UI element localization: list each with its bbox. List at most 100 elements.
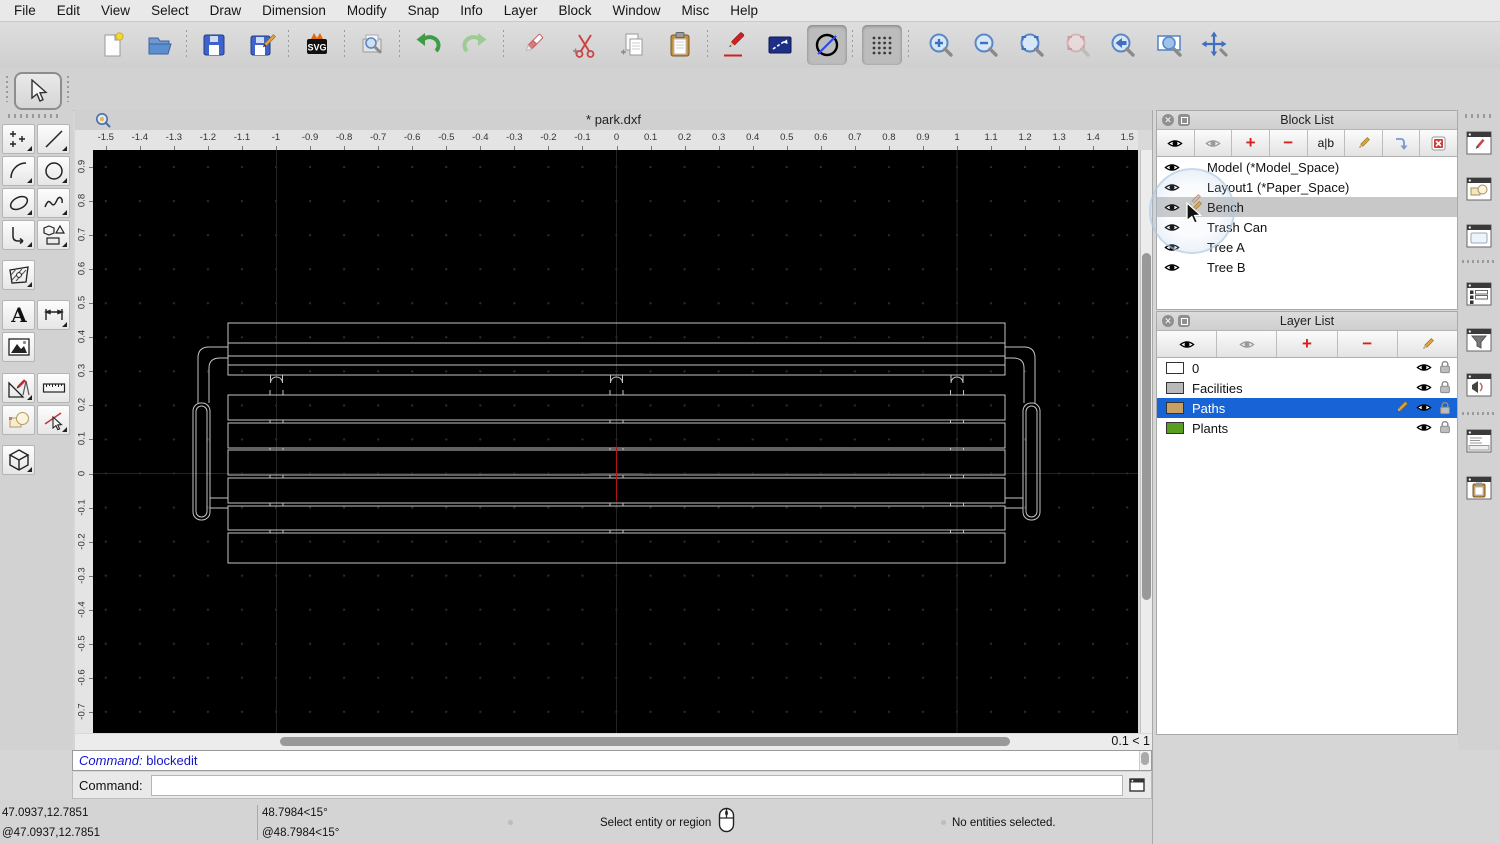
zoom-previous-button[interactable] — [1102, 25, 1142, 65]
remove-layer-button[interactable]: − — [1338, 331, 1398, 357]
horizontal-scrollbar[interactable]: 0.1 < 1 — [75, 734, 1152, 750]
command-window-toggle-button[interactable] — [1127, 776, 1147, 795]
show-all-layers-button[interactable] — [1157, 331, 1218, 357]
spline-tool-button[interactable] — [37, 188, 70, 218]
shape-tool-button[interactable] — [37, 220, 70, 250]
measure-tool-button[interactable] — [37, 373, 70, 403]
arc-tool-button[interactable] — [2, 156, 35, 186]
line-tool-button[interactable] — [37, 124, 70, 154]
hatch-tool-button[interactable] — [2, 260, 35, 290]
menu-info[interactable]: Info — [460, 3, 483, 18]
layer-row-plants[interactable]: Plants — [1157, 418, 1457, 438]
redo-button[interactable] — [455, 25, 495, 65]
image-tool-button[interactable] — [2, 332, 35, 362]
lock-icon[interactable] — [1439, 401, 1451, 415]
add-layer-button[interactable]: + — [1277, 331, 1338, 357]
history-scrollbar[interactable] — [1139, 751, 1151, 770]
layer-row-paths[interactable]: Paths — [1157, 398, 1457, 418]
purge-blocks-button[interactable] — [1420, 130, 1457, 156]
pencil-icon[interactable] — [1394, 400, 1409, 415]
vertical-scrollbar-thumb[interactable] — [1142, 253, 1151, 600]
menu-draw[interactable]: Draw — [210, 3, 242, 18]
open-file-button[interactable] — [140, 25, 180, 65]
block-edit-tool-button[interactable] — [2, 405, 35, 435]
insert-block-button[interactable] — [1383, 130, 1421, 156]
zoom-out-button[interactable] — [965, 25, 1005, 65]
polyline-tool-button[interactable] — [2, 220, 35, 250]
drawing-canvas[interactable] — [93, 150, 1138, 733]
eye-icon[interactable] — [1164, 262, 1180, 273]
menu-dimension[interactable]: Dimension — [262, 3, 326, 18]
print-preview-button[interactable] — [352, 25, 392, 65]
dimension-tool-button[interactable] — [37, 300, 70, 330]
menu-snap[interactable]: Snap — [408, 3, 440, 18]
svg-export-button[interactable]: SVG — [297, 25, 337, 65]
property-editor-toggle-button[interactable] — [1462, 126, 1496, 160]
pan-button[interactable] — [1195, 25, 1235, 65]
draft-pencil-button[interactable] — [715, 25, 755, 65]
modify-tool-button[interactable] — [2, 373, 35, 403]
zoom-window-button[interactable] — [1149, 25, 1189, 65]
zoom-selection-button[interactable] — [1057, 25, 1097, 65]
lineweight-button[interactable] — [760, 25, 800, 65]
history-scrollbar-thumb[interactable] — [1141, 752, 1149, 765]
hide-all-layers-button[interactable] — [1217, 331, 1278, 357]
eye-icon[interactable] — [1416, 362, 1432, 373]
selection-tool-button[interactable] — [14, 72, 62, 110]
menu-file[interactable]: File — [14, 3, 36, 18]
h-ruler-label: -1.5 — [97, 132, 114, 143]
show-all-blocks-button[interactable] — [1157, 130, 1195, 156]
menu-block[interactable]: Block — [559, 3, 592, 18]
edit-block-button[interactable] — [1345, 130, 1383, 156]
library-browser-toggle-button[interactable] — [1462, 368, 1496, 402]
block-browser-toggle-button[interactable] — [1462, 172, 1496, 206]
save-as-button[interactable] — [242, 25, 282, 65]
menu-window[interactable]: Window — [613, 3, 661, 18]
zoom-auto-button[interactable] — [1011, 25, 1051, 65]
save-button[interactable] — [194, 25, 234, 65]
menu-edit[interactable]: Edit — [57, 3, 80, 18]
grid-toggle-button[interactable] — [862, 25, 902, 65]
horizontal-scrollbar-thumb[interactable] — [280, 737, 1010, 746]
erase-button[interactable] — [512, 25, 552, 65]
menu-layer[interactable]: Layer — [504, 3, 538, 18]
screen-linetypes-button[interactable] — [807, 25, 847, 65]
command-line-toggle-button[interactable] — [1462, 424, 1496, 458]
cut-button[interactable] — [565, 25, 605, 65]
add-block-button[interactable]: + — [1232, 130, 1270, 156]
isometric-view-tool-button[interactable] — [2, 445, 35, 475]
select-entity-tool-button[interactable] — [37, 405, 70, 435]
layer-row-0[interactable]: 0 — [1157, 358, 1457, 378]
lock-icon[interactable] — [1439, 380, 1451, 394]
point-tool-button[interactable] — [2, 124, 35, 154]
zoom-in-button[interactable] — [920, 25, 960, 65]
edit-layer-button[interactable] — [1398, 331, 1457, 357]
layer-row-facilities[interactable]: Facilities — [1157, 378, 1457, 398]
list-view-toggle-button[interactable] — [1462, 277, 1496, 311]
eye-icon[interactable] — [1416, 402, 1432, 413]
menu-modify[interactable]: Modify — [347, 3, 387, 18]
lock-icon[interactable] — [1439, 420, 1451, 434]
block-row-tree-b[interactable]: Tree B — [1157, 257, 1457, 277]
menu-view[interactable]: View — [101, 3, 130, 18]
remove-block-button[interactable]: − — [1270, 130, 1308, 156]
lock-icon[interactable] — [1439, 360, 1451, 374]
command-input[interactable] — [150, 774, 1123, 796]
menu-misc[interactable]: Misc — [682, 3, 710, 18]
new-file-button[interactable] — [93, 25, 133, 65]
eye-icon[interactable] — [1416, 382, 1432, 393]
clipboard-panel-toggle-button[interactable] — [1462, 471, 1496, 505]
rename-block-button[interactable]: a|b — [1308, 130, 1346, 156]
undo-button[interactable] — [408, 25, 448, 65]
view-toggle-button[interactable] — [1462, 219, 1496, 253]
hide-all-blocks-button[interactable] — [1195, 130, 1233, 156]
eye-icon[interactable] — [1416, 422, 1432, 433]
circle-tool-button[interactable] — [37, 156, 70, 186]
menu-select[interactable]: Select — [151, 3, 189, 18]
copy-button[interactable] — [613, 25, 653, 65]
ellipse-tool-button[interactable] — [2, 188, 35, 218]
menu-help[interactable]: Help — [730, 3, 758, 18]
paste-button[interactable] — [660, 25, 700, 65]
selection-filter-toggle-button[interactable] — [1462, 323, 1496, 357]
text-tool-button[interactable]: A — [2, 300, 35, 330]
